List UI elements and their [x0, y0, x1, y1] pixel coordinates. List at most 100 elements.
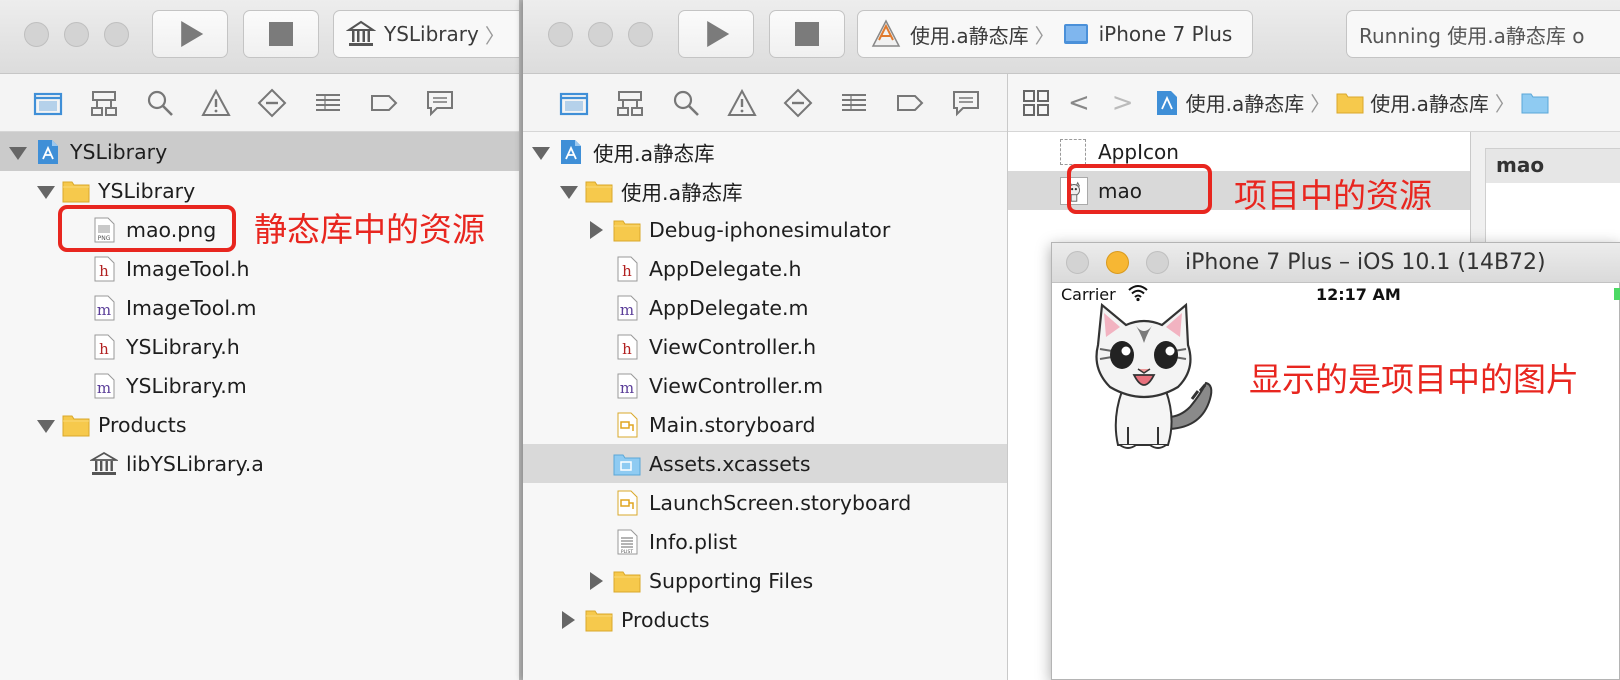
assets-icon [613, 450, 641, 478]
tree-row-label: Debug-iphonesimulator [649, 217, 891, 242]
simulator-annotation: 显示的是项目中的图片 [1249, 360, 1579, 399]
related-items-icon[interactable] [1022, 89, 1050, 117]
jump-bar-project[interactable]: 使用.a静态库 [1186, 88, 1305, 117]
symbol-navigator-icon[interactable] [615, 88, 645, 118]
play-icon [707, 21, 730, 47]
disclosure-open-icon[interactable] [36, 416, 55, 434]
tree-row[interactable]: YSLibrary [0, 132, 520, 171]
tree-row[interactable]: Supporting Files [523, 561, 1007, 600]
tree-row[interactable]: Products [0, 405, 520, 444]
warning-icon[interactable] [201, 88, 231, 118]
m-file-icon: m [613, 372, 641, 400]
tree-row-label: ImageTool.h [126, 256, 250, 281]
tree-row[interactable]: libYSLibrary.a [0, 444, 520, 483]
symbol-navigator-icon[interactable] [89, 88, 119, 118]
scheme-name: YSLibrary [384, 22, 479, 46]
zoom-window-button[interactable] [104, 22, 129, 47]
minimize-window-button[interactable] [588, 22, 613, 47]
appicon-placeholder-icon [1060, 138, 1086, 165]
disclosure-closed-icon[interactable] [587, 571, 605, 590]
tree-row-label: Products [621, 607, 710, 632]
debug-navigator-icon[interactable] [839, 88, 869, 118]
m-file-icon: m [613, 294, 641, 322]
project-navigator-icon[interactable] [559, 88, 589, 118]
close-window-button[interactable] [1066, 251, 1089, 274]
tree-row[interactable]: 使用.a静态库 [523, 171, 1007, 210]
tree-row[interactable]: PLIST Info.plist [523, 522, 1007, 561]
report-navigator-icon[interactable] [425, 88, 455, 118]
h-file-icon: h [613, 255, 641, 283]
stop-button[interactable] [769, 10, 845, 58]
close-window-button[interactable] [548, 22, 573, 47]
play-icon [181, 21, 204, 47]
scheme-selector[interactable]: YSLibrary 〉 [333, 10, 520, 58]
activity-viewer: Running 使用.a静态库 o [1346, 10, 1620, 58]
storyboard-icon [613, 411, 641, 439]
tree-row-label: Info.plist [649, 529, 738, 554]
tree-row-label: LaunchScreen.storyboard [649, 490, 912, 515]
tree-row[interactable]: LaunchScreen.storyboard [523, 483, 1007, 522]
tree-row[interactable]: h AppDelegate.h [523, 249, 1007, 288]
tree-row-label: Main.storyboard [649, 412, 816, 437]
disclosure-open-icon[interactable] [36, 182, 55, 200]
asset-detail-pane: mao [1471, 132, 1620, 258]
breakpoint-navigator-icon[interactable] [895, 88, 925, 118]
jump-bar-group[interactable]: 使用.a静态库 [1370, 88, 1489, 117]
tree-row-label: 使用.a静态库 [621, 180, 743, 205]
right-project-tree: 使用.a静态库 使用.a静态库 Debug-iphonesimulator h AppD… [523, 132, 1007, 680]
close-window-button[interactable] [24, 22, 49, 47]
disclosure-open-icon[interactable] [8, 143, 27, 161]
debug-navigator-icon[interactable] [313, 88, 343, 118]
right-highlight-box [1067, 164, 1212, 214]
left-annotation: 静态库中的资源 [254, 210, 485, 249]
minimize-window-button[interactable] [64, 22, 89, 47]
search-icon[interactable] [671, 88, 701, 118]
warning-icon[interactable] [727, 88, 757, 118]
minimize-window-button[interactable] [1106, 251, 1129, 274]
scheme-device-name: iPhone 7 Plus [1098, 22, 1233, 46]
disclosure-closed-icon[interactable] [559, 610, 577, 629]
back-arrow-icon[interactable]: < [1068, 88, 1090, 118]
project-file-icon [1154, 89, 1180, 117]
folder-icon [613, 216, 641, 244]
disclosure-open-icon[interactable] [559, 182, 578, 200]
tree-row[interactable]: m YSLibrary.m [0, 366, 520, 405]
run-button[interactable] [678, 10, 754, 58]
tree-row-label: libYSLibrary.a [126, 451, 264, 476]
tree-row[interactable]: Debug-iphonesimulator [523, 210, 1007, 249]
forward-arrow-icon[interactable]: > [1112, 88, 1134, 118]
folder-icon [585, 606, 613, 634]
test-navigator-icon[interactable] [783, 88, 813, 118]
zoom-window-button[interactable] [628, 22, 653, 47]
tree-row[interactable]: Assets.xcassets [523, 444, 1007, 483]
stop-button[interactable] [243, 10, 319, 58]
tree-row[interactable]: m AppDelegate.m [523, 288, 1007, 327]
tree-row[interactable]: h ImageTool.h [0, 249, 520, 288]
tree-row[interactable]: m ImageTool.m [0, 288, 520, 327]
asset-detail-title: mao [1486, 149, 1620, 183]
tree-row-label: YSLibrary.m [126, 373, 247, 398]
tree-row[interactable]: Products [523, 600, 1007, 639]
tree-row[interactable]: m ViewController.m [523, 366, 1007, 405]
tree-row[interactable]: h YSLibrary.h [0, 327, 520, 366]
breakpoint-navigator-icon[interactable] [369, 88, 399, 118]
tree-row-label: YSLibrary [70, 139, 168, 164]
scheme-selector[interactable]: 使用.a静态库 〉 iPhone 7 Plus [857, 10, 1253, 58]
stop-icon [269, 22, 293, 46]
simulator-titlebar: iPhone 7 Plus – iOS 10.1 (14B72) [1052, 243, 1620, 283]
tree-row[interactable]: Main.storyboard [523, 405, 1007, 444]
search-icon[interactable] [145, 88, 175, 118]
chevron-right-icon: 〉 [1310, 92, 1331, 116]
disclosure-closed-icon[interactable] [587, 220, 605, 239]
disclosure-open-icon[interactable] [531, 143, 550, 161]
tree-row[interactable]: 使用.a静态库 [523, 132, 1007, 171]
project-navigator-icon[interactable] [33, 88, 63, 118]
tree-row[interactable]: h ViewController.h [523, 327, 1007, 366]
right-toolbar: 使用.a静态库 〉 iPhone 7 Plus Running 使用.a静态库 … [523, 0, 1620, 74]
run-button[interactable] [152, 10, 228, 58]
library-icon [90, 450, 118, 478]
tree-row-label: Assets.xcassets [649, 451, 811, 476]
zoom-window-button[interactable] [1146, 251, 1169, 274]
test-navigator-icon[interactable] [257, 88, 287, 118]
report-navigator-icon[interactable] [951, 88, 981, 118]
